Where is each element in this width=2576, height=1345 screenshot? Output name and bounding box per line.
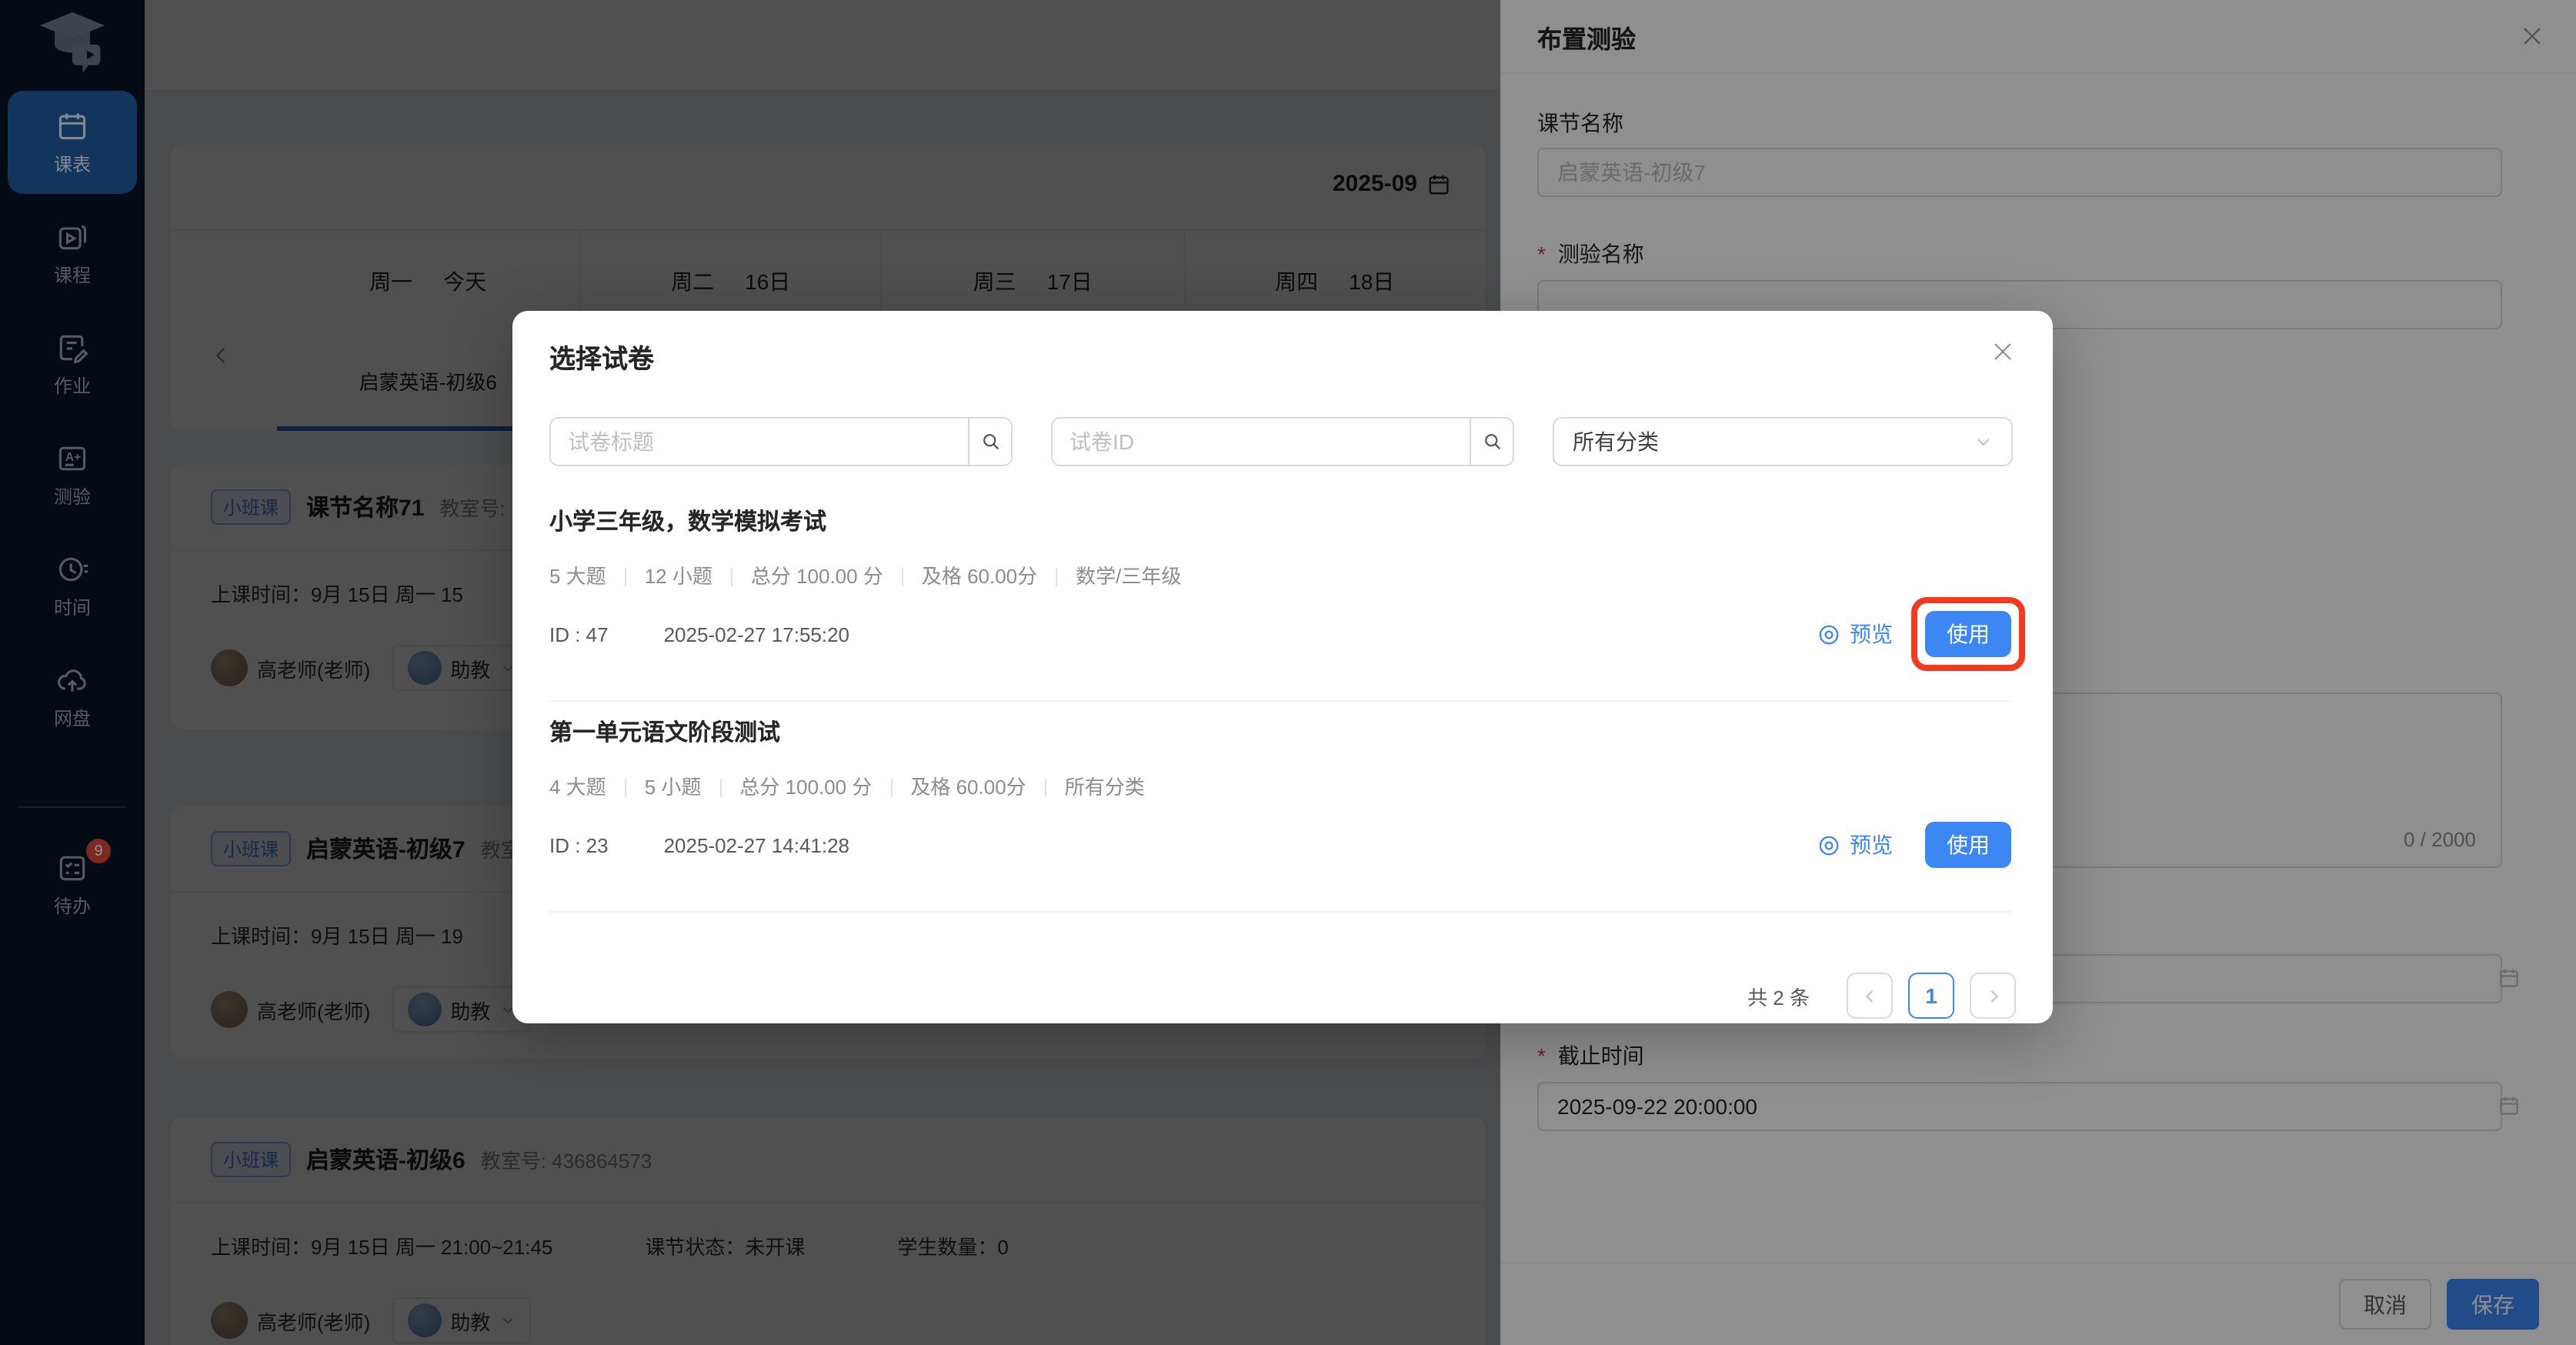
paper-title: 小学三年级，数学模拟考试 (549, 509, 2011, 537)
preview-link[interactable]: 预览 (1817, 619, 1893, 649)
paper-id: ID : 23 (549, 833, 609, 856)
total-count: 共 2 条 (1747, 981, 1810, 1010)
paper-item: 小学三年级，数学模拟考试 5 大题 12 小题 总分 100.00 分 及格 6… (549, 491, 2011, 702)
eye-icon (1817, 833, 1840, 856)
prev-page-button[interactable] (1847, 973, 1893, 1019)
preview-link[interactable]: 预览 (1817, 829, 1893, 860)
category-selected-value: 所有分类 (1573, 426, 1659, 457)
search-button[interactable] (968, 417, 1013, 466)
paper-created-time: 2025-02-27 14:41:28 (664, 833, 849, 856)
select-paper-modal: 选择试卷 所有分类 (512, 311, 2053, 1023)
modal-title: 选择试卷 (549, 337, 654, 375)
paper-title-search-input[interactable] (549, 417, 969, 466)
use-paper-button[interactable]: 使用 (1925, 822, 2011, 868)
eye-icon (1817, 622, 1840, 646)
chevron-right-icon (1984, 987, 2001, 1004)
paper-id-search-input[interactable] (1051, 417, 1471, 466)
page-1-button[interactable]: 1 (1908, 973, 1954, 1019)
chevron-left-icon (1861, 987, 1878, 1004)
paper-id: ID : 47 (549, 622, 609, 646)
category-select[interactable]: 所有分类 (1553, 417, 2013, 466)
paper-created-time: 2025-02-27 17:55:20 (664, 622, 849, 646)
search-row: 所有分类 (549, 417, 2014, 466)
pagination: 共 2 条 1 (1747, 973, 2016, 1019)
chevron-down-icon (1974, 432, 1993, 451)
modal-close-icon[interactable] (1991, 340, 2014, 363)
search-icon (979, 431, 1001, 452)
search-button[interactable] (1470, 417, 1514, 466)
paper-title: 第一单元语文阶段测试 (549, 720, 2011, 748)
use-paper-button[interactable]: 使用 (1925, 611, 2011, 657)
search-icon (1481, 431, 1503, 452)
annotation-highlight-ring: 使用 (1911, 597, 2025, 671)
app-window: 课表 课程 作业 A (0, 0, 2576, 1345)
next-page-button[interactable] (1970, 973, 2016, 1019)
paper-stats: 4 大题 5 小题 总分 100.00 分 及格 60.00分 所有分类 (549, 777, 2011, 799)
paper-item: 第一单元语文阶段测试 4 大题 5 小题 总分 100.00 分 及格 60.0… (549, 702, 2011, 913)
paper-stats: 5 大题 12 小题 总分 100.00 分 及格 60.00分 数学/三年级 (549, 566, 2011, 588)
paper-list: 小学三年级，数学模拟考试 5 大题 12 小题 总分 100.00 分 及格 6… (549, 491, 2011, 913)
